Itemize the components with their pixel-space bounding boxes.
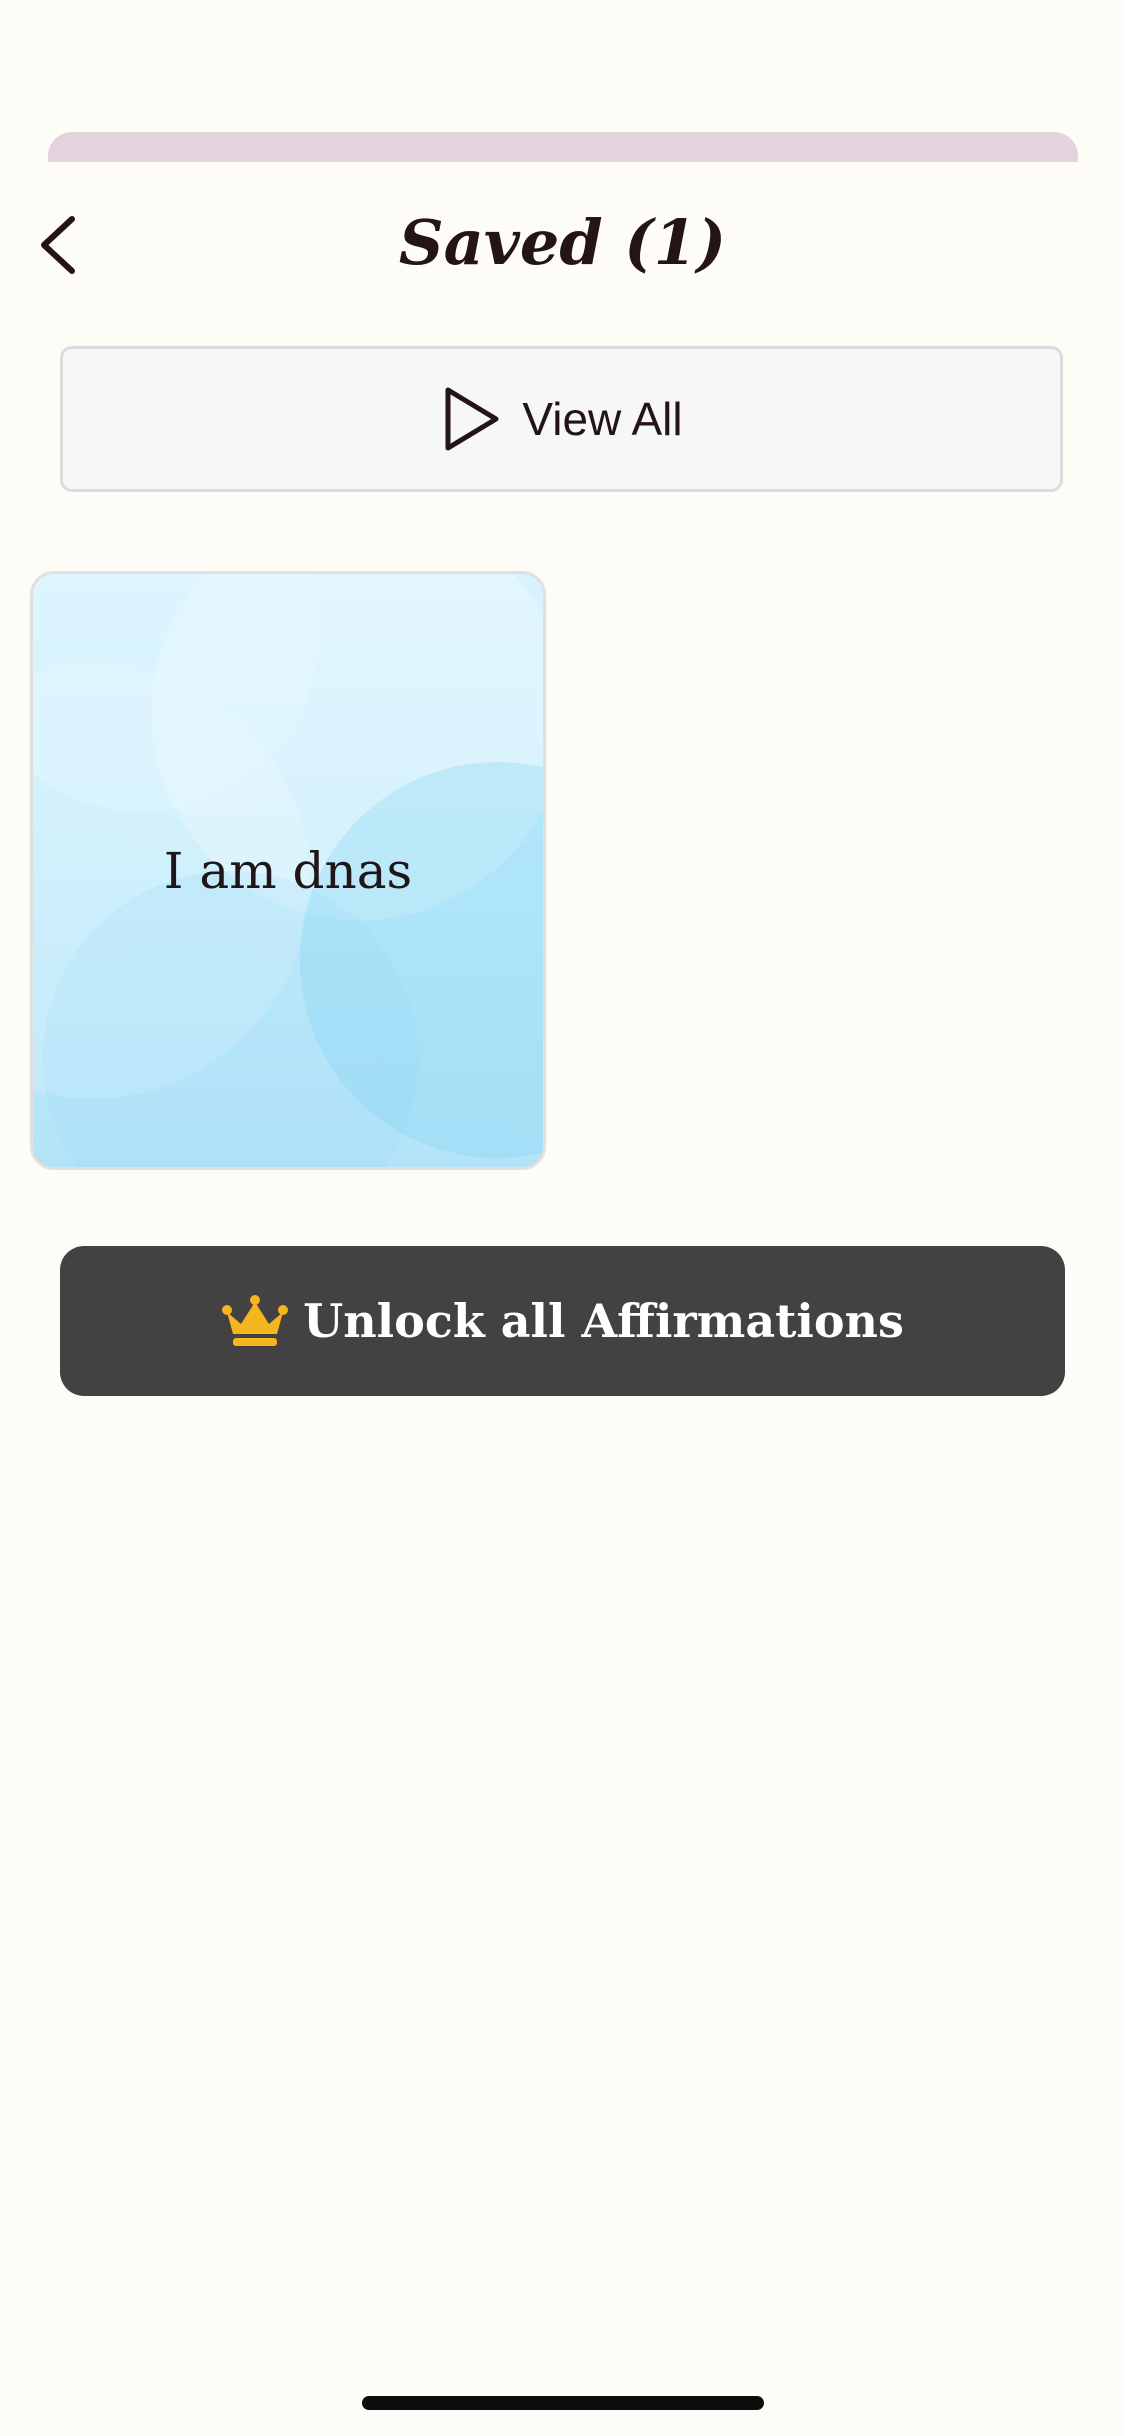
affirmation-card[interactable]: I am dnas xyxy=(30,571,546,1170)
wifi-icon xyxy=(953,61,977,78)
status-time: 10:16 xyxy=(88,44,201,93)
unlock-label: Unlock all Affirmations xyxy=(303,1294,904,1348)
card-text: I am dnas xyxy=(163,841,413,900)
sheet-backdrop xyxy=(48,132,1078,162)
status-icons xyxy=(953,52,1060,82)
crown-icon xyxy=(222,1295,289,1346)
page-title: Saved (1) xyxy=(398,206,727,279)
home-indicator[interactable] xyxy=(362,2396,764,2410)
status-bar: 10:16 xyxy=(0,0,1125,130)
view-all-label: View All xyxy=(522,393,683,445)
view-all-button[interactable]: View All xyxy=(60,346,1063,492)
unlock-all-button[interactable]: Unlock all Affirmations xyxy=(60,1246,1065,1396)
play-icon xyxy=(445,387,499,451)
battery-icon xyxy=(995,52,1060,82)
